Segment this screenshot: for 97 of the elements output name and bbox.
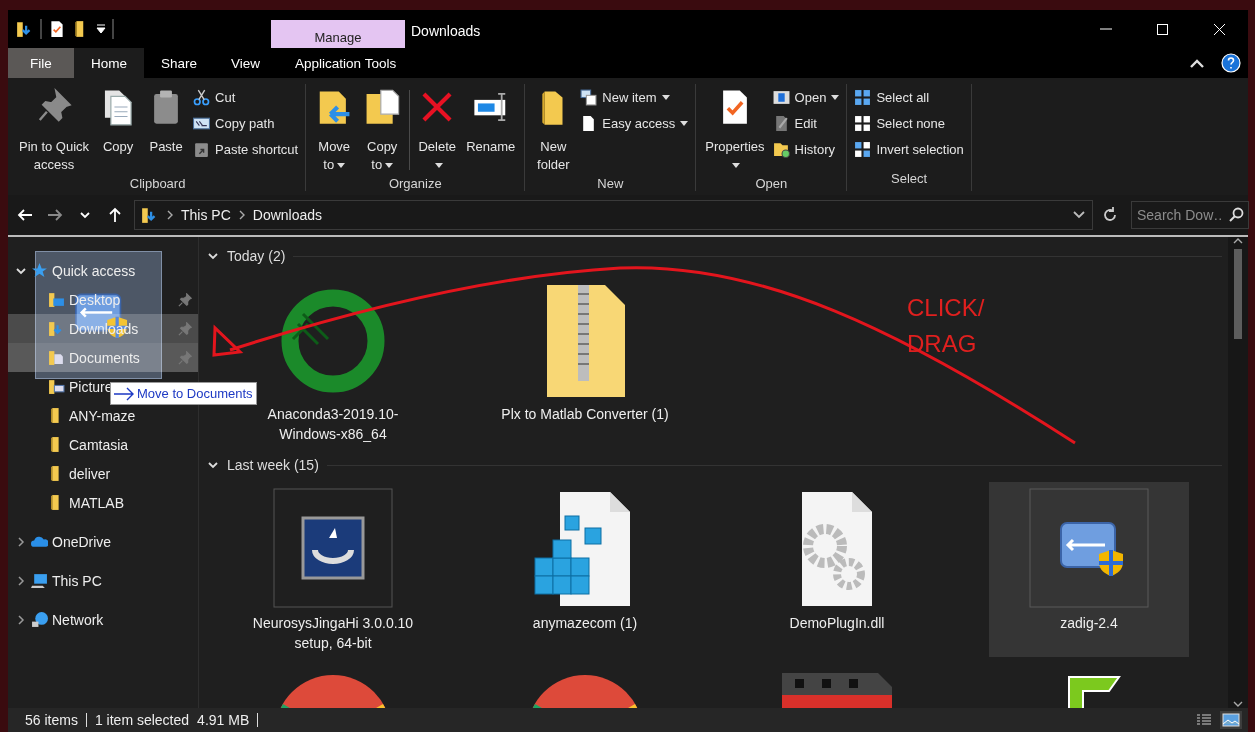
ribbon-button[interactable]: Move to — [310, 84, 359, 176]
folder-clock-icon — [772, 140, 790, 158]
ribbon-button[interactable]: Select all — [851, 86, 967, 108]
folder-icon — [48, 291, 65, 308]
ribbon-button[interactable]: History — [769, 138, 843, 160]
check-document-icon — [48, 20, 66, 38]
selection-size: 4.91 MB — [197, 712, 250, 728]
ribbon-button[interactable]: Paste — [142, 84, 191, 158]
file-name[interactable]: NeurosysJingaHi 3.0.0.10 setup, 64-bit — [238, 613, 428, 653]
item-count: 56 items — [25, 712, 78, 728]
breadcrumb[interactable]: This PC — [181, 207, 231, 223]
close-icon — [1213, 22, 1226, 36]
large-icons-view-button[interactable] — [1220, 711, 1242, 729]
ribbon-button[interactable]: Rename — [461, 84, 521, 158]
search-icon — [1228, 207, 1244, 223]
computer-icon — [31, 572, 48, 589]
grid-icon — [854, 88, 872, 106]
ribbon-button[interactable]: Easy access — [577, 112, 692, 134]
clipboard-icon — [193, 140, 211, 158]
ribbon-button[interactable]: Invert selection — [851, 138, 967, 160]
globe-icon — [31, 611, 48, 628]
ribbon-tab[interactable]: Application Tools — [278, 48, 413, 78]
chevron-right-icon — [237, 210, 246, 220]
file-name[interactable]: zadig-2.4 — [994, 613, 1184, 653]
ribbon-button[interactable]: Copy — [94, 84, 143, 158]
maximize-icon — [1156, 22, 1169, 36]
ribbon-button[interactable]: Delete — [413, 84, 462, 176]
chevron-right-icon — [166, 210, 174, 220]
ribbon-tab[interactable]: Share — [144, 48, 215, 78]
ribbon-button[interactable]: Open — [769, 86, 843, 108]
group-label: Select — [890, 171, 929, 188]
refresh-icon — [1101, 206, 1119, 224]
file-name[interactable]: Anaconda3-2019.10-Windows-x86_64 — [238, 404, 428, 444]
nav-item[interactable]: ANY-maze — [8, 401, 198, 430]
arrow-right-icon — [113, 386, 135, 401]
new-item-icon — [580, 88, 598, 106]
ribbon-button[interactable]: Paste shortcut — [190, 138, 302, 160]
group-label: Open — [754, 176, 789, 191]
grid-icon — [854, 114, 872, 132]
nav-item[interactable]: MATLAB — [8, 488, 198, 517]
scroll-thumb[interactable] — [1234, 249, 1242, 339]
group-label: Clipboard — [128, 176, 187, 191]
tooltip-text: Move to Documents — [137, 386, 253, 401]
chevron-right-icon — [15, 535, 27, 548]
annotation-text: DRAG — [907, 329, 978, 359]
chip-shield-icon[interactable] — [1029, 488, 1149, 610]
breadcrumb[interactable]: Downloads — [252, 207, 323, 223]
ribbon-button[interactable]: Pin to Quick access — [14, 84, 95, 176]
chevron-right-icon — [15, 574, 27, 587]
ribbon-button[interactable]: Edit — [769, 112, 843, 134]
grid-icon — [854, 140, 872, 158]
window-icon — [772, 88, 790, 106]
contextual-tab-header: Manage — [271, 20, 405, 48]
selection-count: 1 item selected — [94, 712, 190, 728]
star-icon — [31, 262, 48, 279]
group-label: New — [596, 176, 625, 191]
ribbon-button[interactable]: Select none — [851, 112, 967, 134]
picture-icon — [1222, 713, 1240, 727]
help-icon — [1221, 53, 1241, 73]
app-thumbnail[interactable] — [273, 488, 393, 610]
list-icon — [1196, 713, 1212, 727]
ribbon-button[interactable]: Copy path — [190, 112, 302, 134]
caret-up-icon — [1189, 58, 1205, 68]
dropdown-icon — [96, 24, 106, 34]
scissors-icon — [193, 88, 211, 106]
ribbon-button[interactable]: New folder — [529, 84, 578, 176]
folder-picture-icon — [48, 378, 65, 395]
scrollbar[interactable] — [1228, 237, 1248, 708]
chevron-down-icon — [1072, 210, 1086, 220]
nav-item[interactable]: Camtasia — [8, 430, 198, 459]
ribbon-tab[interactable]: View — [214, 48, 278, 78]
ribbon-tab[interactable]: File — [8, 48, 74, 78]
group-label: Organize — [387, 176, 443, 191]
ribbon-button[interactable]: New item — [577, 86, 692, 108]
group-header: Last week (15) — [227, 457, 319, 473]
chevron-up-icon — [1233, 237, 1243, 245]
nav-item[interactable]: Network — [8, 605, 198, 634]
file-name[interactable]: anymazecom (1) — [490, 613, 680, 653]
file-name[interactable]: DemoPlugIn.dll — [742, 613, 932, 653]
folder-document-icon — [48, 349, 65, 366]
group-header: Today (2) — [227, 248, 286, 264]
nav-item[interactable]: Quick access — [8, 256, 198, 285]
nav-item[interactable]: This PC — [8, 566, 198, 595]
ribbon-button[interactable]: Cut — [190, 86, 302, 108]
nav-item[interactable]: deliver — [8, 459, 198, 488]
ribbon-tab[interactable]: Home — [74, 48, 144, 78]
search-field[interactable]: Search Dow… — [1131, 201, 1249, 229]
file-name[interactable]: Plx to Matlab Converter (1) — [490, 404, 680, 444]
annotation-text: CLICK/ — [907, 293, 985, 323]
ribbon-button[interactable]: Properties — [700, 84, 770, 176]
ribbon-button[interactable]: Copy to — [358, 84, 407, 176]
chevron-right-icon — [15, 613, 27, 626]
chevron-down-icon — [1233, 700, 1243, 708]
selected-file-highlight[interactable]: zadig-2.4 — [989, 482, 1189, 657]
address-field[interactable]: This PC Downloads — [134, 200, 1093, 230]
window-title: Downloads — [410, 22, 482, 41]
nav-item[interactable]: OneDrive — [8, 527, 198, 556]
